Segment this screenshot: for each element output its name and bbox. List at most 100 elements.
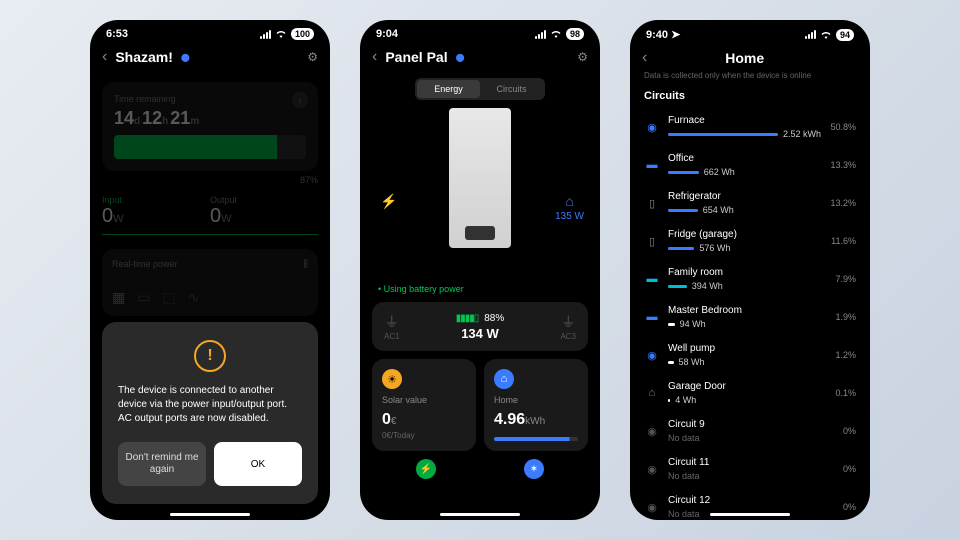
circuit-icon: ◉ — [644, 347, 660, 363]
ac-status-row: ⏚AC1 ▮▮▮▮▯88% 134 W ⏚AC3 — [372, 302, 588, 351]
circuit-bar-row: 94 Wh — [668, 319, 816, 329]
circuit-value: 654 Wh — [703, 205, 734, 215]
home-load-icon[interactable]: ⌂ 135 W — [555, 193, 584, 222]
plug-icon: ⏚ — [384, 312, 400, 332]
circuit-name: Furnace — [668, 115, 816, 126]
circuit-name: Master Bedroom — [668, 305, 816, 316]
circuit-bar — [668, 361, 674, 364]
gear-icon[interactable]: ⚙ — [577, 50, 588, 64]
circuit-name: Garage Door — [668, 381, 816, 392]
circuit-percent: 0.1% — [824, 388, 856, 398]
home-icon: ⌂ — [555, 193, 584, 209]
circuit-percent: 7.9% — [824, 274, 856, 284]
circuit-list[interactable]: ◉Furnace2.52 kWh50.8% ▬ Office 662 Wh 13.3% ▯… — [630, 108, 870, 520]
battery-tab-icon[interactable]: ⚡ — [416, 459, 436, 479]
circuit-row[interactable]: ◉Circuit 11No data0% — [644, 450, 856, 488]
circuit-percent: 13.3% — [824, 160, 856, 170]
circuit-row[interactable]: ◉Circuit 9No data0% — [644, 412, 856, 450]
signal-icon — [260, 30, 271, 39]
panel-diagram: ⚡ ⌂ 135 W — [372, 108, 588, 278]
circuit-body: Office 662 Wh — [668, 153, 816, 177]
output-label: Output — [210, 195, 318, 205]
section-label: Circuits — [630, 80, 870, 108]
panel-device-image[interactable] — [449, 108, 511, 248]
alert-buttons: Don't remind me again OK — [118, 442, 302, 486]
page-title: Panel Pal — [385, 49, 447, 65]
circuit-bar-row: 58 Wh — [668, 357, 816, 367]
back-icon[interactable]: ‹ — [372, 48, 377, 66]
circuit-row[interactable]: ◉Furnace2.52 kWh50.8% — [644, 108, 856, 146]
circuit-name: Office — [668, 153, 816, 164]
status-right: 94 — [805, 29, 854, 41]
back-icon[interactable]: ‹ — [102, 48, 107, 66]
dimmed-content: Time remaining 14d12h21m 87% › Input 0W … — [90, 70, 330, 328]
circuit-body: Garage Door4 Wh — [668, 381, 816, 405]
circuit-value: 94 Wh — [680, 319, 706, 329]
solar-label: Solar value — [382, 395, 466, 405]
page-title: Home — [725, 50, 764, 66]
sun-icon: ☀ — [382, 369, 402, 389]
circuit-row[interactable]: ▬ Office 662 Wh 13.3% — [644, 146, 856, 184]
phone-shazam: 6:53 100 ‹ Shazam! ⬤ ⚙ Time remaining 14… — [90, 20, 330, 520]
battery-status: ▮▮▮▮▯88% 134 W — [400, 313, 561, 341]
tower-icon[interactable]: ⚡ — [380, 193, 397, 210]
solar-card[interactable]: ☀ Solar value 0€ 0€/Today — [372, 359, 476, 451]
device-wifi-icon: ⬤ — [181, 53, 190, 62]
home-indicator[interactable] — [170, 513, 250, 516]
circuit-name: Fridge (garage) — [668, 229, 816, 240]
battery-watts: 134 W — [400, 326, 561, 341]
tab-circuits[interactable]: Circuits — [480, 80, 543, 98]
time-remaining-value: 14d12h21m — [114, 108, 306, 129]
home-indicator[interactable] — [440, 513, 520, 516]
chevron-right-icon[interactable]: › — [292, 92, 308, 108]
circuit-bar-row: 662 Wh — [668, 167, 816, 177]
tabs: Energy Circuits — [415, 78, 545, 100]
chart-icon[interactable]: ⫼ — [303, 259, 308, 270]
back-icon[interactable]: ‹ — [642, 49, 647, 67]
info-note: Data is collected only when the device i… — [630, 71, 870, 80]
circuit-row[interactable]: ▬Family room394 Wh7.9% — [644, 260, 856, 298]
circuit-name: Circuit 12 — [668, 495, 816, 506]
output-block[interactable]: Output 0W — [210, 195, 318, 234]
phone-home-circuits: 9:40 ➤ 94 ‹ Home Data is collected only … — [630, 20, 870, 520]
signal-icon — [805, 30, 816, 39]
circuit-body: Family room394 Wh — [668, 267, 816, 291]
circuit-name: Circuit 9 — [668, 419, 816, 430]
circuit-body: Well pump58 Wh — [668, 343, 816, 367]
circuit-bar — [668, 399, 670, 402]
input-block[interactable]: Input 0W — [102, 195, 210, 234]
battery-percent: 87% — [300, 175, 318, 185]
circuit-icon: ◉ — [644, 499, 660, 515]
tab-energy[interactable]: Energy — [417, 80, 480, 98]
circuit-bar — [668, 209, 698, 212]
circuit-name: Circuit 11 — [668, 457, 816, 468]
circuit-percent: 0% — [824, 502, 856, 512]
circuit-name: Refrigerator — [668, 191, 816, 202]
ac1[interactable]: ⏚AC1 — [384, 312, 400, 341]
home-icon: ⌂ — [494, 369, 514, 389]
car-icon[interactable]: ⬚ — [162, 289, 175, 306]
circuit-row[interactable]: ▯Fridge (garage)576 Wh11.6% — [644, 222, 856, 260]
grid-icon[interactable]: ▦ — [112, 289, 125, 306]
port-icon[interactable]: ▭ — [137, 289, 150, 306]
gear-icon[interactable]: ⚙ — [307, 50, 318, 64]
settings-tab-icon[interactable]: ✶ — [524, 459, 544, 479]
home-card[interactable]: ⌂ Home 4.96kWh — [484, 359, 588, 451]
header: ‹ Shazam! ⬤ ⚙ — [90, 44, 330, 70]
time-remaining-card[interactable]: Time remaining 14d12h21m 87% › — [102, 82, 318, 171]
home-indicator[interactable] — [710, 513, 790, 516]
circuit-bar-row: 394 Wh — [668, 281, 816, 291]
solar-value: 0€ — [382, 411, 466, 429]
circuit-row[interactable]: ▬Master Bedroom94 Wh1.9% — [644, 298, 856, 336]
io-row: Input 0W Output 0W — [102, 195, 318, 235]
circuit-icon: ▬ — [644, 157, 660, 173]
circuit-bar — [668, 133, 778, 136]
circuit-row[interactable]: ▯Refrigerator654 Wh13.2% — [644, 184, 856, 222]
circuit-row[interactable]: ◉Well pump58 Wh1.2% — [644, 336, 856, 374]
circuit-body: Circuit 11No data — [668, 457, 816, 481]
ac3[interactable]: ⏚AC3 — [560, 312, 576, 341]
circuit-row[interactable]: ⌂Garage Door4 Wh0.1% — [644, 374, 856, 412]
dont-remind-button[interactable]: Don't remind me again — [118, 442, 206, 486]
misc-icon[interactable]: ∿ — [188, 289, 200, 306]
ok-button[interactable]: OK — [214, 442, 302, 486]
